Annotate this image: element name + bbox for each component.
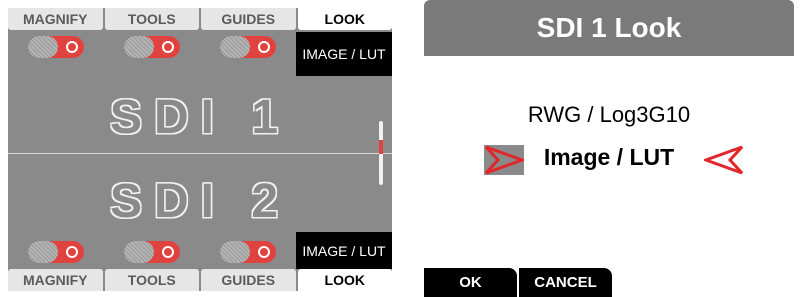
sdi1-label[interactable]: SDI 1 [8, 90, 392, 145]
magnify-toggle-bottom[interactable] [28, 241, 84, 263]
tab-look-top[interactable]: LOOK [297, 8, 392, 30]
toggle-knob [124, 241, 154, 263]
image-lut-button-bottom[interactable]: IMAGE / LUT [296, 232, 392, 269]
bottom-toggle-row [8, 237, 296, 267]
chevron-left-icon[interactable] [704, 145, 744, 175]
tab-tools-bottom[interactable]: TOOLS [104, 269, 199, 291]
bottom-tab-bar: MAGNIFY TOOLS GUIDES LOOK [8, 269, 392, 291]
toggle-knob [124, 36, 154, 58]
tab-tools-top[interactable]: TOOLS [104, 8, 199, 30]
toggle-knob [220, 241, 250, 263]
tools-toggle-bottom[interactable] [124, 241, 180, 263]
ok-button[interactable]: OK [424, 268, 517, 297]
toggle-indicator-icon [258, 246, 270, 258]
scrollbar-position-marker [379, 140, 383, 154]
tab-guides-bottom[interactable]: GUIDES [201, 269, 296, 291]
toggle-indicator-icon [258, 41, 270, 53]
dialog-title: SDI 1 Look [424, 0, 794, 56]
tab-magnify-top[interactable]: MAGNIFY [8, 8, 103, 30]
toggle-indicator-icon [66, 41, 78, 53]
tab-look-bottom[interactable]: LOOK [297, 269, 392, 291]
toggle-indicator-icon [66, 246, 78, 258]
tab-magnify-bottom[interactable]: MAGNIFY [8, 269, 103, 291]
cancel-button[interactable]: CANCEL [519, 268, 612, 297]
section-divider [8, 153, 392, 154]
magnify-toggle-top[interactable] [28, 36, 84, 58]
toggle-indicator-icon [162, 246, 174, 258]
guides-toggle-top[interactable] [220, 36, 276, 58]
image-lut-button-top[interactable]: IMAGE / LUT [296, 32, 392, 76]
color-space-label: RWG / Log3G10 [527, 102, 691, 127]
tools-toggle-top[interactable] [124, 36, 180, 58]
toggle-knob [28, 241, 58, 263]
softkey-bar: OK CANCEL [424, 268, 794, 297]
guides-toggle-bottom[interactable] [220, 241, 276, 263]
toggle-knob [220, 36, 250, 58]
sdi2-label[interactable]: SDI 2 [8, 174, 392, 229]
top-tab-bar: MAGNIFY TOOLS GUIDES LOOK [8, 8, 392, 30]
tab-guides-top[interactable]: GUIDES [201, 8, 296, 30]
sdi-look-dialog: SDI 1 Look RWG / Log3G10 Image / LUT OK … [424, 0, 794, 297]
monitor-menu-panel: MAGNIFY TOOLS GUIDES LOOK IMAGE / LUT SD… [8, 8, 392, 291]
toggle-knob [28, 36, 58, 58]
top-toggle-row [8, 32, 296, 62]
toggle-indicator-icon [162, 41, 174, 53]
